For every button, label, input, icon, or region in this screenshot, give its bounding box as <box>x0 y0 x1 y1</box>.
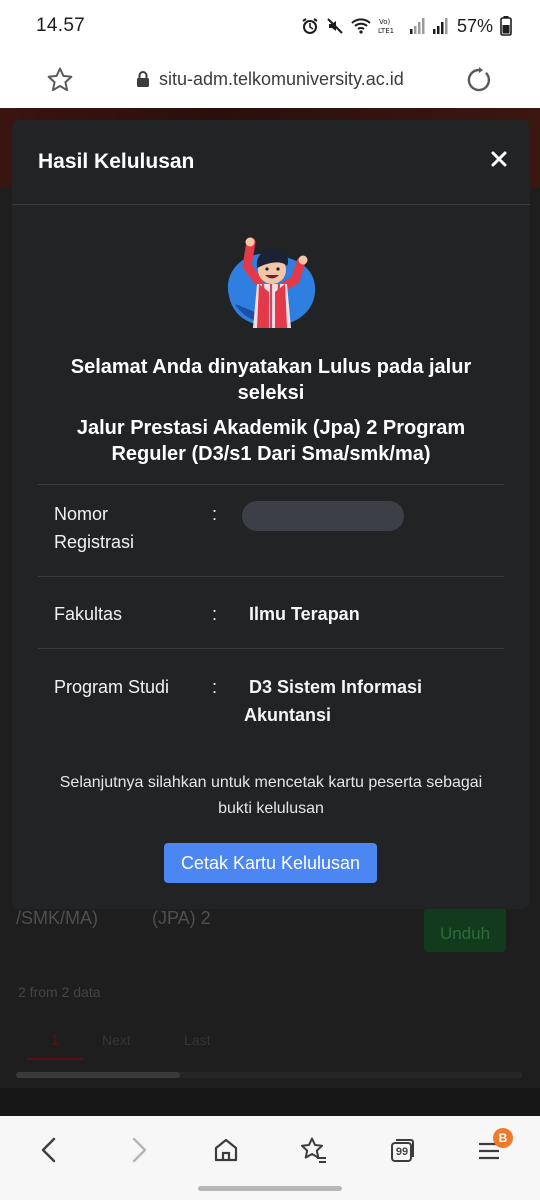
modal-title: Hasil Kelulusan <box>38 150 195 173</box>
graduation-result-modal: Hasil Kelulusan Selamat Anda dinyatakan … <box>12 120 530 909</box>
gesture-bar[interactable] <box>198 1186 342 1191</box>
close-button[interactable] <box>486 146 512 172</box>
alarm-icon <box>302 18 318 34</box>
status-icons: Vo) LTE1 57% <box>301 14 512 38</box>
reload-icon <box>467 67 491 92</box>
forward-icon <box>132 1137 147 1163</box>
wifi-icon <box>351 18 371 34</box>
faculty-label: Fakultas <box>54 604 123 624</box>
battery-icon <box>500 16 512 36</box>
signal-icon-2 <box>432 18 448 34</box>
svg-text:Vo): Vo) <box>379 18 391 26</box>
bookmarks-icon <box>301 1137 326 1163</box>
pagination-next[interactable]: Next <box>102 1032 131 1048</box>
star-icon <box>47 67 73 92</box>
close-icon <box>491 151 507 167</box>
home-button[interactable] <box>204 1130 248 1170</box>
faculty-value: Ilmu Terapan <box>249 604 360 624</box>
svg-text:LTE1: LTE1 <box>378 27 394 35</box>
pagination-count: 2 from 2 data <box>18 984 101 1000</box>
menu-button[interactable]: B <box>467 1128 513 1170</box>
field-colon: : <box>212 604 218 624</box>
bookmark-star-button[interactable] <box>44 64 76 96</box>
forward-button[interactable] <box>117 1130 161 1170</box>
success-headline: Selamat Anda dinyatakan Lulus pada jalur… <box>70 356 472 404</box>
registration-number-redacted <box>242 501 404 531</box>
divider <box>38 484 504 485</box>
field-colon: : <box>212 504 218 524</box>
download-button[interactable]: Unduh <box>424 908 506 952</box>
divider <box>38 648 504 649</box>
registration-number-label: Nomor Registrasi <box>54 504 135 552</box>
pagination-last[interactable]: Last <box>184 1032 210 1048</box>
scrollbar-thumb[interactable] <box>16 1072 180 1078</box>
pagination-page-1[interactable]: 1 <box>27 1024 83 1060</box>
bookmarks-button[interactable] <box>292 1130 336 1170</box>
lock-icon <box>137 71 149 87</box>
back-icon <box>41 1137 56 1163</box>
print-card-button[interactable]: Cetak Kartu Kelulusan <box>164 843 377 883</box>
study-program-value: D3 Sistem Informasi Akuntansi <box>244 677 423 725</box>
divider <box>38 576 504 577</box>
background-table-cell: (JPA) 2 <box>152 908 211 928</box>
print-instruction: Selanjutnya silahkan untuk mencetak kart… <box>59 774 483 817</box>
browser-bottom-nav: 99 B <box>0 1116 540 1200</box>
url-text: situ-adm.telkomuniversity.ac.id <box>159 68 404 89</box>
address-field[interactable]: situ-adm.telkomuniversity.ac.id <box>136 65 404 93</box>
tabs-count: 99 <box>395 1145 409 1158</box>
battery-percent: 57% <box>456 15 493 36</box>
lte-icon: Vo)LTE1 <box>378 18 394 35</box>
study-program-label: Program Studi <box>54 677 170 697</box>
status-time: 14.57 <box>36 15 86 36</box>
menu-badge: B <box>493 1128 513 1148</box>
back-button[interactable] <box>27 1130 71 1170</box>
field-colon: : <box>212 677 218 697</box>
tabs-button[interactable]: 99 <box>380 1130 424 1170</box>
horizontal-scrollbar[interactable] <box>16 1072 522 1078</box>
home-icon <box>214 1138 238 1162</box>
reload-button[interactable] <box>462 63 496 97</box>
admission-track: Jalur Prestasi Akademik (Jpa) 2 Program … <box>76 417 466 465</box>
status-bar: 14.57 Vo) LTE1 57% <box>0 0 540 52</box>
background-table-cell: /SMK/MA) <box>16 908 99 928</box>
mute-icon <box>327 18 343 34</box>
browser-url-bar: situ-adm.telkomuniversity.ac.id <box>0 52 540 108</box>
celebration-illustration <box>227 237 316 329</box>
modal-header: Hasil Kelulusan <box>12 120 530 205</box>
signal-icon-1 <box>409 18 425 34</box>
